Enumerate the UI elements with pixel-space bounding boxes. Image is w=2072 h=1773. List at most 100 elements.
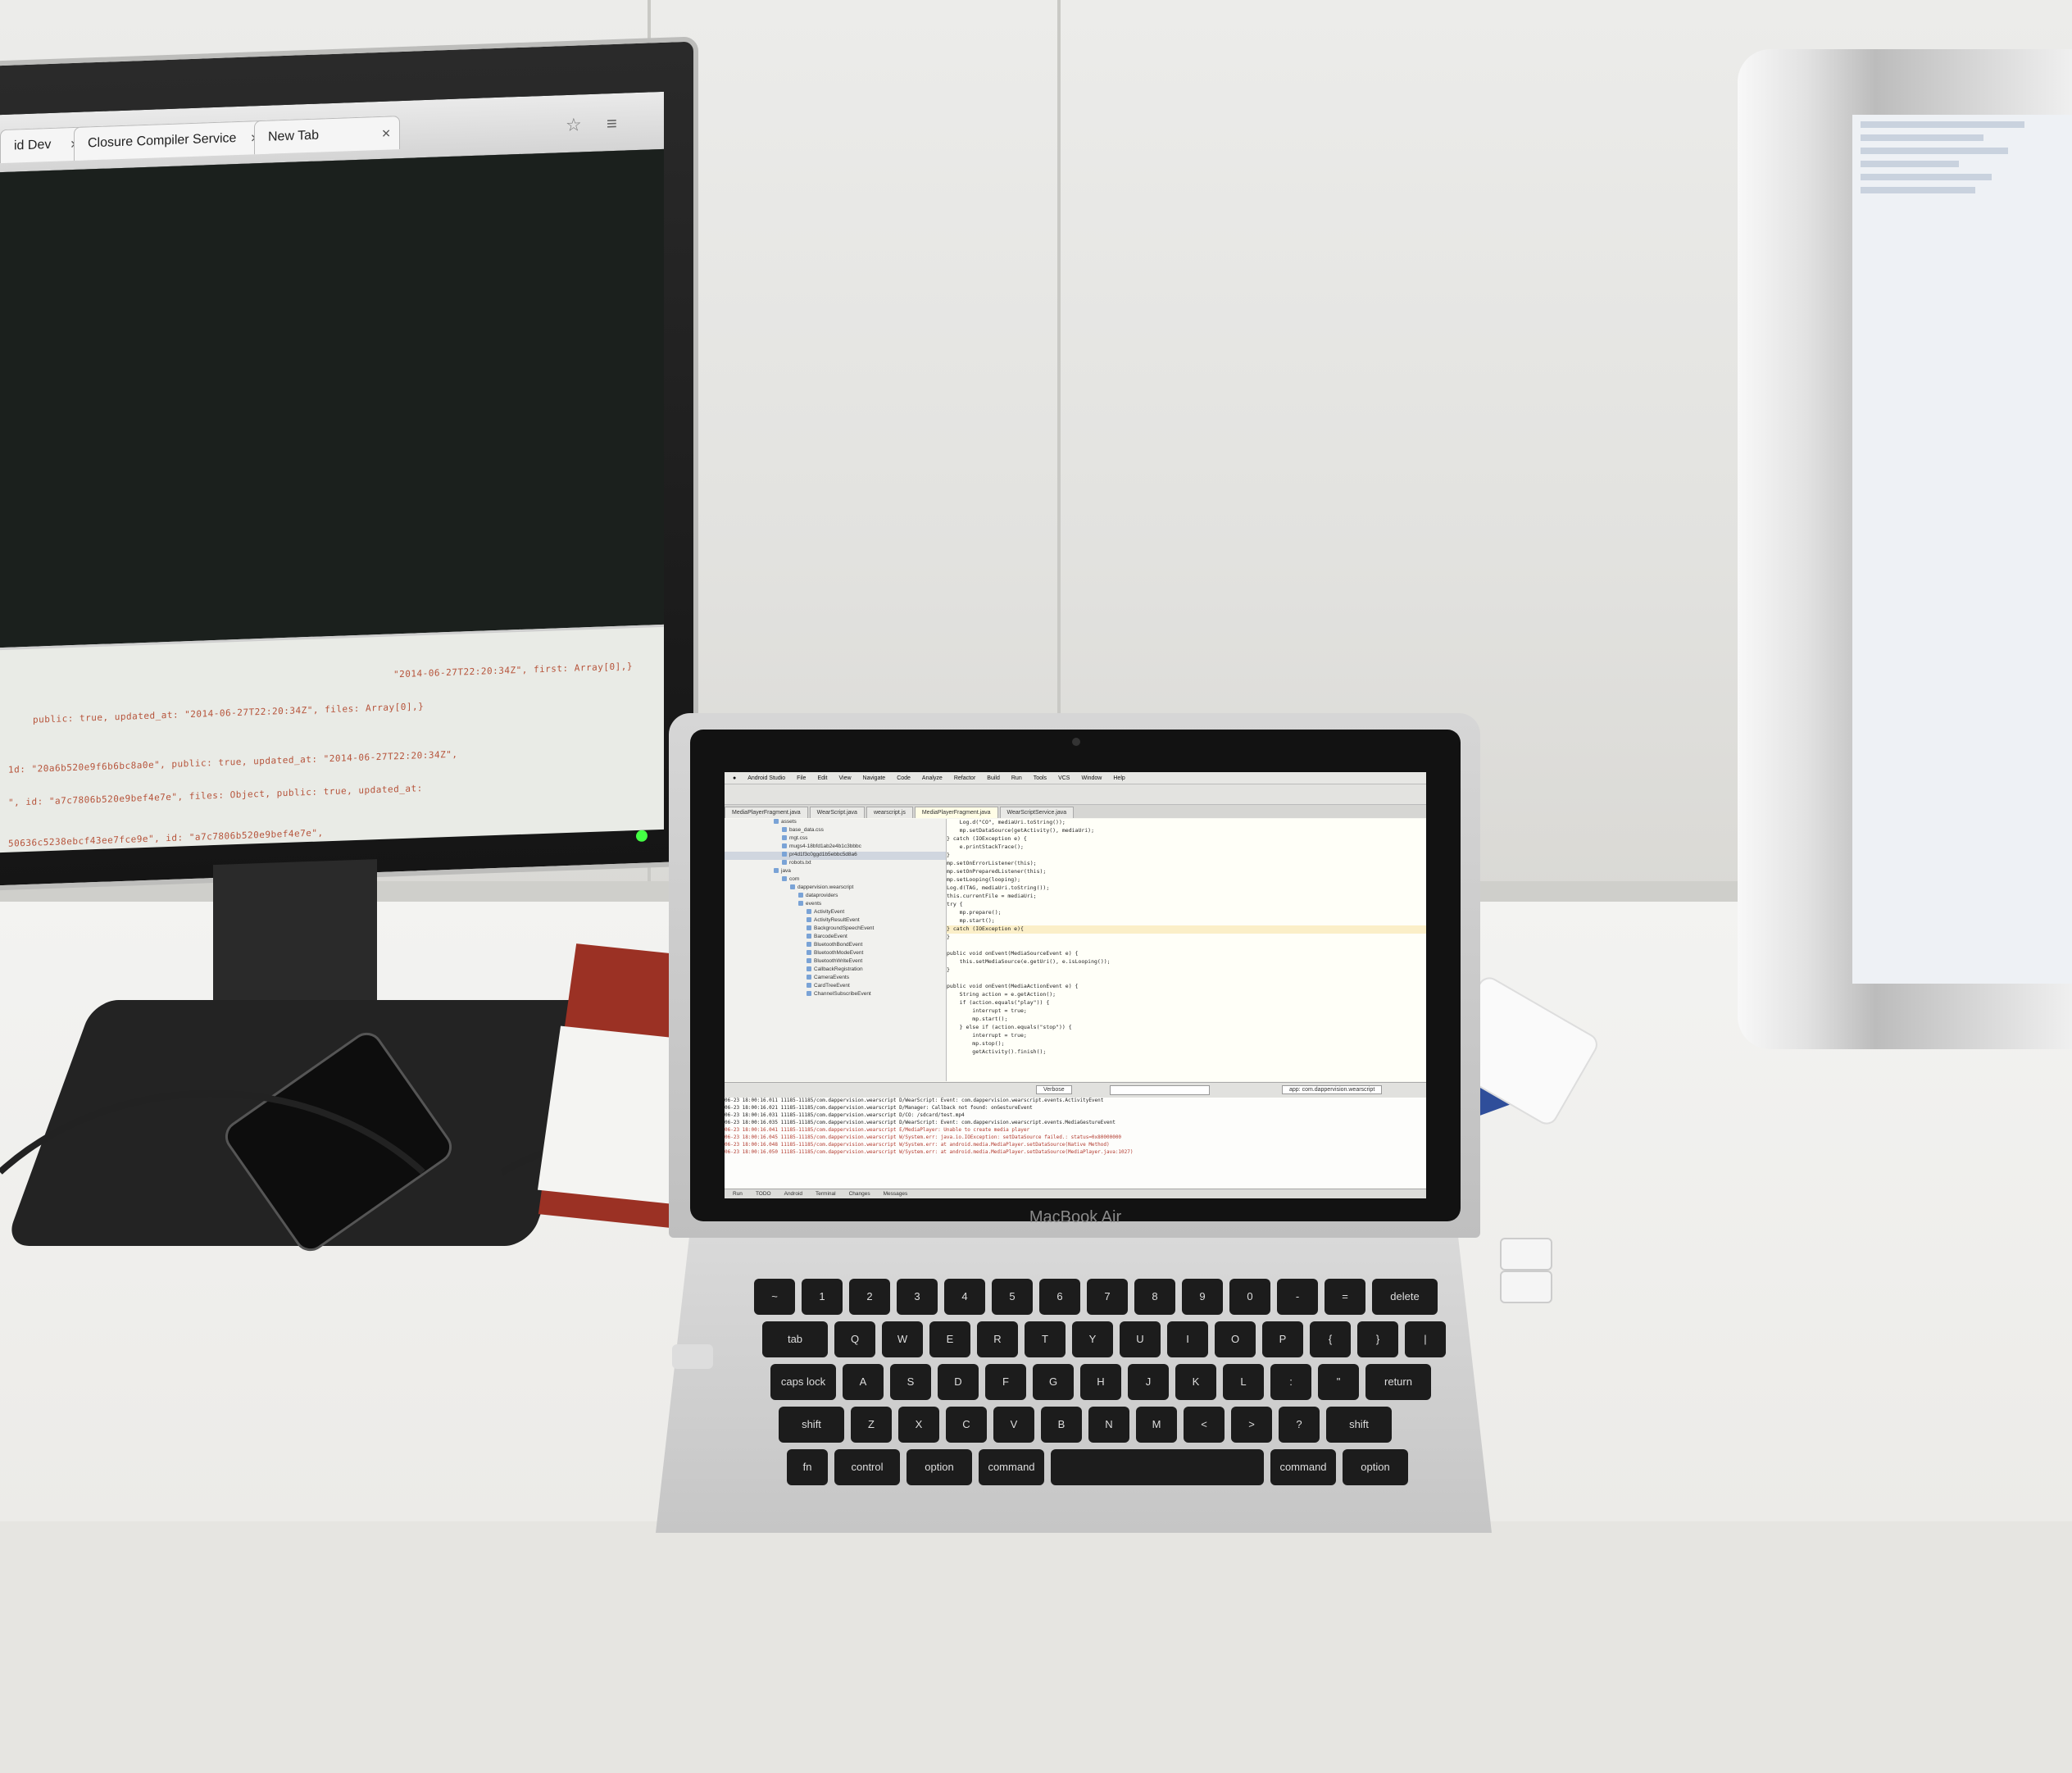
keyboard-key[interactable]: option: [1343, 1449, 1408, 1485]
keyboard-key[interactable]: W: [882, 1321, 923, 1357]
keyboard-key[interactable]: 4: [944, 1279, 985, 1315]
menu-item[interactable]: Android Studio: [747, 775, 785, 781]
keyboard-key[interactable]: [1051, 1449, 1264, 1485]
tree-item[interactable]: mugs4-18bfd1ab2e4b1c3bbbc: [725, 843, 946, 852]
keyboard-key[interactable]: <: [1184, 1407, 1225, 1443]
tree-item[interactable]: pr4d1f3c0ggd1b5ebbc5d8a6: [725, 852, 946, 860]
close-icon[interactable]: ✕: [381, 116, 391, 149]
tree-item[interactable]: robots.txt: [725, 860, 946, 868]
keyboard-key[interactable]: 9: [1182, 1279, 1223, 1315]
keyboard-key[interactable]: V: [993, 1407, 1034, 1443]
keyboard-key[interactable]: K: [1175, 1364, 1216, 1400]
keyboard-key[interactable]: delete: [1372, 1279, 1438, 1315]
tree-item[interactable]: CallbackRegistration: [725, 966, 946, 975]
keyboard-key[interactable]: ?: [1279, 1407, 1320, 1443]
keyboard-key[interactable]: F: [985, 1364, 1026, 1400]
keyboard-key[interactable]: M: [1136, 1407, 1177, 1443]
keyboard-key[interactable]: 1: [802, 1279, 843, 1315]
keyboard-key[interactable]: D: [938, 1364, 979, 1400]
apple-icon[interactable]: ●: [733, 775, 736, 781]
keyboard-key[interactable]: B: [1041, 1407, 1082, 1443]
keyboard-key[interactable]: tab: [762, 1321, 828, 1357]
keyboard-key[interactable]: -: [1277, 1279, 1318, 1315]
editor-tab[interactable]: WearScriptService.java: [999, 807, 1075, 818]
keyboard-key[interactable]: 6: [1039, 1279, 1080, 1315]
menu-item[interactable]: Code: [897, 775, 911, 781]
app-filter-select[interactable]: app: com.dappervision.wearscript: [1282, 1085, 1383, 1094]
keyboard-key[interactable]: 8: [1134, 1279, 1175, 1315]
tree-item[interactable]: BackgroundSpeechEvent: [725, 925, 946, 934]
tree-item[interactable]: BarcodeEvent: [725, 934, 946, 942]
menu-item[interactable]: View: [839, 775, 852, 781]
keyboard-key[interactable]: X: [898, 1407, 939, 1443]
log-search-input[interactable]: [1110, 1085, 1210, 1095]
tool-window-button[interactable]: Terminal: [816, 1189, 836, 1198]
tree-item[interactable]: dataproviders: [725, 893, 946, 901]
keyboard-key[interactable]: J: [1128, 1364, 1169, 1400]
keyboard-key[interactable]: shift: [1326, 1407, 1392, 1443]
keyboard-key[interactable]: =: [1325, 1279, 1365, 1315]
keyboard-key[interactable]: shift: [779, 1407, 844, 1443]
keyboard-key[interactable]: fn: [787, 1449, 828, 1485]
keyboard-key[interactable]: ": [1318, 1364, 1359, 1400]
keyboard-key[interactable]: P: [1262, 1321, 1303, 1357]
keyboard-key[interactable]: T: [1025, 1321, 1066, 1357]
tree-item[interactable]: mgt.css: [725, 835, 946, 843]
tool-window-button[interactable]: TODO: [756, 1189, 771, 1198]
keyboard-key[interactable]: U: [1120, 1321, 1161, 1357]
tree-item[interactable]: events: [725, 901, 946, 909]
tree-item[interactable]: BluetoothBondEvent: [725, 942, 946, 950]
menu-item[interactable]: File: [797, 775, 806, 781]
tree-item[interactable]: com: [725, 876, 946, 884]
keyboard-key[interactable]: N: [1088, 1407, 1129, 1443]
editor-tab[interactable]: MediaPlayerFragment.java: [725, 807, 808, 818]
keyboard-key[interactable]: 2: [849, 1279, 890, 1315]
keyboard-key[interactable]: Y: [1072, 1321, 1113, 1357]
tool-window-button[interactable]: Android: [784, 1189, 802, 1198]
keyboard-key[interactable]: O: [1215, 1321, 1256, 1357]
menu-item[interactable]: Run: [1011, 775, 1022, 781]
keyboard-key[interactable]: Z: [851, 1407, 892, 1443]
keyboard-key[interactable]: option: [906, 1449, 972, 1485]
menu-item[interactable]: Help: [1113, 775, 1125, 781]
star-icon[interactable]: ☆: [566, 114, 582, 136]
tree-item[interactable]: ChannelSubscribeEvent: [725, 991, 946, 999]
tree-item[interactable]: dappervision.wearscript: [725, 884, 946, 893]
keyboard-key[interactable]: I: [1167, 1321, 1208, 1357]
tool-window-button[interactable]: Messages: [884, 1189, 908, 1198]
menu-item[interactable]: Analyze: [922, 775, 943, 781]
tree-item[interactable]: ActivityEvent: [725, 909, 946, 917]
tool-window-button[interactable]: Run: [733, 1189, 743, 1198]
keyboard-key[interactable]: E: [929, 1321, 970, 1357]
editor-tab[interactable]: wearscript.js: [866, 807, 913, 818]
tree-item[interactable]: assets: [725, 819, 946, 827]
code-editor[interactable]: Log.d("CO", mediaUri.toString()); mp.set…: [947, 819, 1426, 1081]
tree-item[interactable]: CardTreeEvent: [725, 983, 946, 991]
keyboard-key[interactable]: ~: [754, 1279, 795, 1315]
keyboard-key[interactable]: 5: [992, 1279, 1033, 1315]
keyboard-key[interactable]: 0: [1229, 1279, 1270, 1315]
menu-item[interactable]: Tools: [1034, 775, 1047, 781]
editor-tab[interactable]: MediaPlayerFragment.java: [914, 807, 998, 818]
menu-item[interactable]: Refactor: [954, 775, 975, 781]
tree-item[interactable]: ActivityResultEvent: [725, 917, 946, 925]
keyboard-key[interactable]: L: [1223, 1364, 1264, 1400]
keyboard-key[interactable]: }: [1357, 1321, 1398, 1357]
menu-item[interactable]: VCS: [1058, 775, 1070, 781]
tree-item[interactable]: java: [725, 868, 946, 876]
keyboard-key[interactable]: H: [1080, 1364, 1121, 1400]
keyboard-key[interactable]: 7: [1087, 1279, 1128, 1315]
keyboard-key[interactable]: R: [977, 1321, 1018, 1357]
keyboard-key[interactable]: return: [1365, 1364, 1431, 1400]
menu-item[interactable]: Edit: [817, 775, 827, 781]
menu-item[interactable]: Navigate: [863, 775, 886, 781]
menu-icon[interactable]: ≡: [607, 113, 617, 134]
tree-item[interactable]: base_data.css: [725, 827, 946, 835]
keyboard-key[interactable]: {: [1310, 1321, 1351, 1357]
tree-item[interactable]: CameraEvents: [725, 975, 946, 983]
log-level-select[interactable]: Verbose: [1036, 1085, 1072, 1094]
menu-item[interactable]: Build: [987, 775, 1000, 781]
keyboard-key[interactable]: command: [979, 1449, 1044, 1485]
menu-item[interactable]: Window: [1081, 775, 1102, 781]
keyboard-key[interactable]: 3: [897, 1279, 938, 1315]
